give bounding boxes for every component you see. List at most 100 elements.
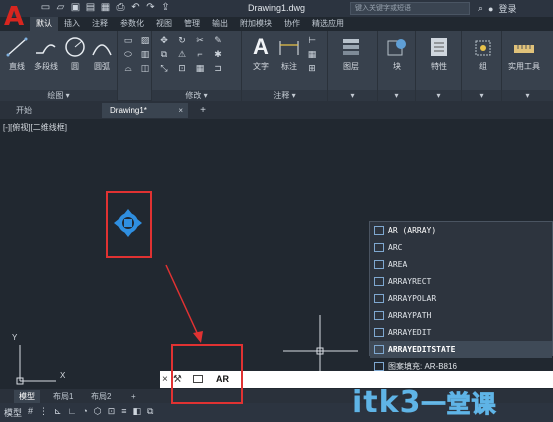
model-space-button[interactable]: 模型 bbox=[4, 406, 22, 419]
block-tool[interactable]: 块 bbox=[384, 35, 410, 72]
title-right-controls: ⌕ ● 登录 bbox=[478, 2, 517, 15]
text-tool[interactable]: A 文字 bbox=[248, 35, 274, 72]
redo-icon[interactable]: ↷ bbox=[145, 2, 156, 13]
user-icon[interactable]: ● bbox=[488, 4, 493, 14]
transparency-icon[interactable]: ◧ bbox=[133, 406, 142, 419]
block-dropdown[interactable]: ▾ bbox=[378, 90, 415, 101]
login-label[interactable]: 登录 bbox=[498, 2, 516, 15]
tab-layout1[interactable]: 布局1 bbox=[48, 390, 78, 403]
search-input[interactable]: 键入关键字或短语 bbox=[350, 2, 470, 15]
modify-tools: ✥ ↻ ✂ ✎ ⧉ ⚠ ⌐ ✱ ⤡ ⊡ ▦ ⊐ bbox=[158, 35, 226, 75]
utilities-tool[interactable]: 实用工具 bbox=[508, 35, 540, 72]
add-tab-button[interactable]: + bbox=[196, 103, 210, 118]
close-command-icon[interactable]: × bbox=[162, 373, 168, 386]
copy-icon[interactable]: ⧉ bbox=[158, 49, 170, 60]
tab-drawing1[interactable]: Drawing1* × bbox=[102, 103, 188, 118]
drawing-canvas[interactable]: [-][俯视][二维线框] Y X AR (ARRAY) ARC AREA AR… bbox=[0, 119, 553, 389]
scale-icon[interactable]: ⊡ bbox=[176, 63, 188, 74]
layers-tool[interactable]: 图层 bbox=[338, 35, 364, 72]
app-logo[interactable]: A bbox=[4, 2, 28, 32]
erase-icon[interactable]: ✎ bbox=[212, 35, 224, 46]
mirror-icon[interactable]: ⚠ bbox=[176, 49, 188, 60]
hatch-icon[interactable]: ▨ bbox=[139, 35, 151, 46]
circle-tool[interactable]: 圆 bbox=[62, 35, 88, 72]
utilities-dropdown[interactable]: ▾ bbox=[502, 90, 553, 101]
grid-icon[interactable]: # bbox=[28, 406, 33, 419]
rotate-icon[interactable]: ↻ bbox=[176, 35, 188, 46]
path-array-icon bbox=[374, 311, 384, 320]
undo-icon[interactable]: ↶ bbox=[130, 2, 141, 13]
close-tab-icon[interactable]: × bbox=[178, 103, 183, 118]
properties-tool[interactable]: 特性 bbox=[426, 35, 452, 72]
print-icon[interactable]: ⎙ bbox=[115, 2, 126, 13]
ac-item-arrayrect[interactable]: ARRAYRECT bbox=[370, 273, 552, 290]
rectangle-icon[interactable]: ▭ bbox=[122, 35, 134, 46]
dimension-tool[interactable]: 标注 bbox=[276, 35, 302, 72]
add-layout-button[interactable]: + bbox=[126, 390, 141, 403]
groups-dropdown[interactable]: ▾ bbox=[462, 90, 501, 101]
boundary-icon[interactable]: ⌓ bbox=[122, 63, 134, 74]
line-tool[interactable]: 直线 bbox=[4, 35, 30, 72]
layers-dropdown[interactable]: ▾ bbox=[328, 90, 377, 101]
trim-icon[interactable]: ✂ bbox=[194, 35, 206, 46]
annotation-panel-title[interactable]: 注释 ▾ bbox=[242, 90, 327, 101]
ac-item-area[interactable]: AREA bbox=[370, 256, 552, 273]
search-icon[interactable]: ⌕ bbox=[478, 3, 483, 14]
tab-insert[interactable]: 插入 bbox=[58, 17, 86, 31]
tab-parametric[interactable]: 参数化 bbox=[114, 17, 150, 31]
lineweight-icon[interactable]: ≡ bbox=[121, 406, 126, 419]
isodraft-icon[interactable]: ⬡ bbox=[94, 406, 102, 419]
ortho-icon[interactable]: ∟ bbox=[68, 406, 77, 419]
tab-start[interactable]: 开始 bbox=[8, 103, 98, 118]
tab-view[interactable]: 视图 bbox=[150, 17, 178, 31]
ac-item-arrayeditstate[interactable]: ARRAYEDITSTATE bbox=[370, 341, 552, 358]
polyline-tool[interactable]: 多段线 bbox=[33, 35, 59, 72]
tab-default[interactable]: 默认 bbox=[30, 17, 58, 31]
tab-addins[interactable]: 附加模块 bbox=[234, 17, 278, 31]
tab-annotate[interactable]: 注释 bbox=[86, 17, 114, 31]
stretch-icon[interactable]: ⤡ bbox=[158, 63, 170, 74]
open-icon[interactable]: ▱ bbox=[55, 2, 66, 13]
ac-item-arraypath[interactable]: ARRAYPATH bbox=[370, 307, 552, 324]
save-icon[interactable]: ▣ bbox=[70, 2, 81, 13]
region-icon[interactable]: ◫ bbox=[139, 63, 151, 74]
fillet-icon[interactable]: ⌐ bbox=[194, 49, 206, 60]
tab-layout2[interactable]: 布局2 bbox=[86, 390, 116, 403]
snap-icon[interactable]: ⋮ bbox=[39, 406, 48, 419]
share-icon[interactable]: ⇪ bbox=[160, 2, 171, 13]
leader-icon[interactable]: ⊢ bbox=[306, 35, 318, 46]
object-snap-icon[interactable]: ⊡ bbox=[108, 406, 116, 419]
web-save-icon[interactable]: ▦ bbox=[100, 2, 111, 13]
offset-icon[interactable]: ⊐ bbox=[212, 63, 224, 74]
block-icon bbox=[387, 39, 406, 56]
modify-panel: ✥ ↻ ✂ ✎ ⧉ ⚠ ⌐ ✱ ⤡ ⊡ ▦ ⊐ 修改 ▾ bbox=[152, 31, 242, 101]
table-icon[interactable]: ▦ bbox=[306, 49, 318, 60]
gradient-icon[interactable]: ▥ bbox=[139, 49, 151, 60]
groups-tool[interactable]: 组 bbox=[470, 35, 496, 72]
new-icon[interactable]: ▭ bbox=[40, 2, 51, 13]
ac-item-arc[interactable]: ARC bbox=[370, 239, 552, 256]
infer-icon[interactable]: ⊾ bbox=[54, 406, 62, 419]
explode-icon[interactable]: ✱ bbox=[212, 49, 224, 60]
tab-manage[interactable]: 管理 bbox=[178, 17, 206, 31]
modify-panel-title[interactable]: 修改 ▾ bbox=[152, 90, 241, 101]
ac-item-arrayedit[interactable]: ARRAYEDIT bbox=[370, 324, 552, 341]
ac-item-ar-array[interactable]: AR (ARRAY) bbox=[370, 222, 552, 239]
document-title: Drawing1.dwg bbox=[248, 3, 306, 13]
tab-featured-apps[interactable]: 精选应用 bbox=[306, 17, 350, 31]
text-icon: A bbox=[253, 34, 269, 59]
move-icon[interactable]: ✥ bbox=[158, 35, 170, 46]
markup-icon[interactable]: ⊞ bbox=[306, 63, 318, 74]
tab-collaborate[interactable]: 协作 bbox=[278, 17, 306, 31]
polar-icon[interactable]: ◔ bbox=[82, 406, 87, 419]
tab-model[interactable]: 模型 bbox=[14, 390, 40, 403]
selection-cycling-icon[interactable]: ⧉ bbox=[147, 406, 153, 419]
tab-output[interactable]: 输出 bbox=[206, 17, 234, 31]
ellipse-icon[interactable]: ⬭ bbox=[122, 49, 134, 60]
properties-dropdown[interactable]: ▾ bbox=[416, 90, 461, 101]
draw-panel-title[interactable]: 绘图 ▾ bbox=[0, 90, 117, 101]
arc-tool[interactable]: 圆弧 bbox=[89, 35, 115, 72]
ac-item-arraypolar[interactable]: ARRAYPOLAR bbox=[370, 290, 552, 307]
saveas-icon[interactable]: ▤ bbox=[85, 2, 96, 13]
array-icon[interactable]: ▦ bbox=[194, 63, 206, 74]
